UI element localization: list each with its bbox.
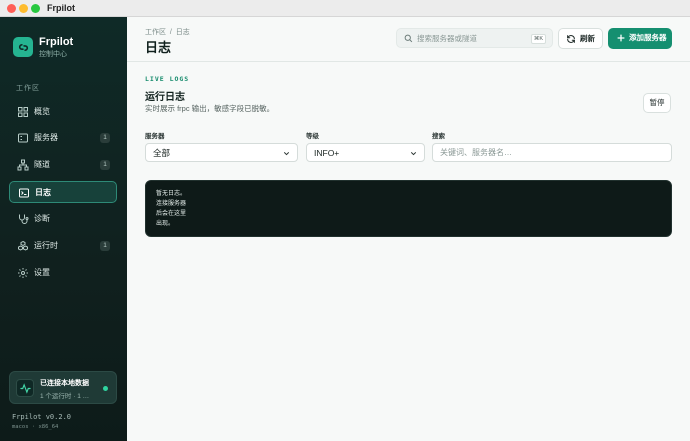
server-filter-value: 全部 [153,148,171,158]
refresh-label: 刷新 [580,34,595,43]
server-filter-select[interactable]: 全部 [145,143,298,162]
platform-info: macos · x86_64 [12,424,59,430]
sidebar-item-label: 日志 [35,188,51,197]
main-content: 工作区 / 日志 日志 搜索服务器或隧道 ⌘K 刷新 添加服务器 LIVE LO… [127,17,690,441]
plus-icon [617,34,625,42]
sidebar-item-settings[interactable]: 设置 [9,262,117,284]
server-icon [18,133,28,143]
log-empty-line: 连接服务器 [156,201,187,207]
network-icon [17,159,29,171]
add-server-label: 添加服务器 [629,33,667,42]
level-filter-select[interactable]: INFO+ [306,143,425,162]
sidebar-item-logs[interactable]: 日志 [9,181,117,203]
server-filter-label: 服务器 [145,133,165,140]
keyword-search-input[interactable] [432,143,672,162]
refresh-button[interactable]: 刷新 [558,28,603,49]
refresh-icon [567,35,575,43]
sidebar-item-label: 服务器 [34,133,58,142]
terminal-icon [19,188,29,198]
brand-subtitle: 控制中心 [39,51,67,58]
gear-icon [18,268,28,278]
connection-subtitle: 1 个运行时 · 1 … [40,393,90,400]
window-title: Frpilot [47,3,75,13]
page-title: 日志 [145,40,172,55]
log-empty-line: 暂无日志。 [156,191,187,197]
zoom-window-button[interactable] [31,4,40,13]
section-eyebrow: LIVE LOGS [145,75,190,83]
add-server-button[interactable]: 添加服务器 [608,28,672,49]
sidebar-item-label: 概览 [34,107,50,116]
sidebar-item-label: 设置 [34,268,50,277]
chevron-down-icon [283,152,290,156]
sidebar-item-runtime[interactable]: 运行时 1 [9,235,117,257]
app-version: Frpilot v0.2.0 [12,413,72,421]
breadcrumb: 工作区 / 日志 [145,29,190,36]
boxes-icon [18,240,28,251]
search-placeholder: 搜索服务器或隧道 [417,34,477,43]
activity-icon [16,379,34,397]
sidebar-item-label: 诊断 [34,214,50,223]
sidebar-item-diagnostics[interactable]: 诊断 [9,208,117,230]
stethoscope-icon [19,214,29,224]
chevron-down-icon [410,152,417,156]
shortcut-hint: ⌘K [530,34,546,44]
window-titlebar: Frpilot [0,0,690,17]
sidebar-item-servers[interactable]: 服务器 1 [9,127,117,149]
search-icon [404,34,413,43]
brand-name: Frpilot [39,36,74,48]
sidebar-item-label: 运行时 [34,241,58,250]
keyword-filter-label: 搜索 [432,133,445,140]
section-title: 运行日志 [145,92,185,103]
level-filter-label: 等级 [306,133,319,140]
search-input[interactable]: 搜索服务器或隧道 ⌘K [396,28,553,48]
log-empty-line: 后会在这里 [156,211,187,217]
count-badge: 1 [100,160,110,170]
count-badge: 1 [100,241,110,251]
connection-status-card[interactable]: 已连接本地数据 1 个运行时 · 1 … [9,371,117,404]
log-empty-line: 出现。 [156,221,175,227]
section-description: 实时展示 frpc 输出，敏感字段已脱敏。 [145,104,275,113]
sidebar-item-tunnels[interactable]: 隧道 1 [9,154,117,176]
sidebar-item-overview[interactable]: 概览 [9,101,117,123]
pause-button[interactable]: 暂停 [643,93,671,113]
sidebar-item-label: 隧道 [34,160,50,169]
minimize-window-button[interactable] [19,4,28,13]
close-window-button[interactable] [7,4,16,13]
connection-title: 已连接本地数据 [40,380,89,387]
online-status-dot [103,386,108,391]
level-filter-value: INFO+ [314,148,340,158]
page-header: 工作区 / 日志 日志 搜索服务器或隧道 ⌘K 刷新 添加服务器 [127,17,690,62]
brand-logo-icon [13,37,33,57]
sidebar: Frpilot 控制中心 工作区 概览 服务器 1 隧道 1 日志 诊断 运行时… [0,17,127,441]
count-badge: 1 [100,133,110,143]
log-output-panel[interactable]: 暂无日志。 连接服务器 后会在这里 出现。 [145,180,672,237]
grid-icon [18,107,28,117]
sidebar-section-label: 工作区 [16,85,40,92]
